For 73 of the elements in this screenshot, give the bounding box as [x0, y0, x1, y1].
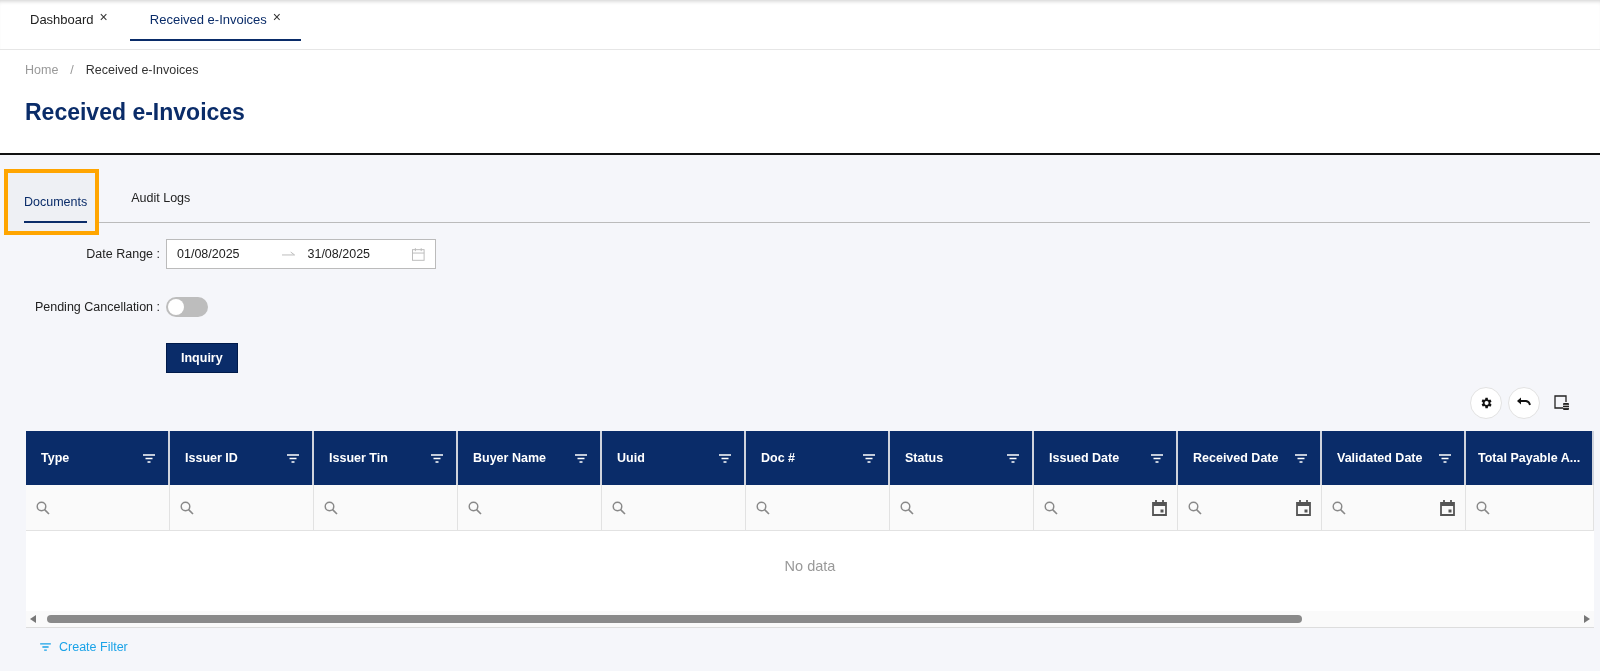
filter-cell[interactable] [26, 485, 170, 531]
column-header[interactable]: Issuer Tin [314, 431, 458, 485]
search-icon [1044, 500, 1058, 515]
scroll-left-icon[interactable] [30, 615, 36, 623]
breadcrumb-current: Received e-Invoices [85, 63, 199, 77]
filter-cell[interactable] [1466, 485, 1594, 531]
search-icon [180, 500, 194, 515]
column-header[interactable]: Doc # [746, 431, 890, 485]
column-header[interactable]: Status [890, 431, 1034, 485]
filter-icon[interactable] [143, 453, 155, 463]
settings-icon [1479, 396, 1493, 410]
filter-icon[interactable] [1439, 453, 1451, 463]
calendar-icon[interactable] [1440, 499, 1455, 516]
search-icon [612, 500, 626, 515]
filter-cell[interactable] [458, 485, 602, 531]
search-icon [1332, 500, 1346, 515]
column-header[interactable]: Issued Date [1034, 431, 1178, 485]
column-header[interactable]: Buyer Name [458, 431, 602, 485]
filter-icon[interactable] [863, 453, 875, 463]
search-icon [36, 500, 50, 515]
search-icon [756, 500, 770, 515]
filter-icon[interactable] [719, 453, 731, 463]
undo-button[interactable] [1508, 387, 1540, 419]
end-date: 31/08/2025 [307, 247, 372, 261]
filter-cell[interactable] [314, 485, 458, 531]
start-date: 01/08/2025 [177, 247, 241, 261]
calendar-icon[interactable] [1152, 499, 1167, 516]
search-icon [324, 500, 338, 515]
column-header[interactable]: Issuer ID [170, 431, 314, 485]
filter-cell[interactable] [1322, 485, 1466, 531]
filter-icon[interactable] [575, 453, 587, 463]
filter-cell[interactable] [1034, 485, 1178, 531]
field-label: Pending Cancellation : [33, 300, 160, 314]
filter-icon[interactable] [1007, 453, 1019, 463]
date-range-field[interactable]: 01/08/2025 31/08/2025 [166, 239, 436, 269]
close-button[interactable]: × [272, 8, 282, 25]
tab[interactable]: Audit Logs [111, 169, 207, 222]
scroll-right-icon[interactable] [1584, 615, 1590, 623]
column-header[interactable]: Total Payable A... [1466, 431, 1594, 485]
search-icon [1476, 500, 1490, 515]
search-icon [900, 500, 914, 515]
toggle-switch[interactable] [166, 297, 208, 317]
arrow-icon [281, 251, 296, 257]
settings-button[interactable] [1470, 387, 1502, 419]
calendar-icon[interactable] [1296, 499, 1311, 516]
page-title: Received e-Invoices [25, 99, 246, 126]
filter-icon [40, 643, 51, 651]
column-header[interactable]: Received Date [1178, 431, 1322, 485]
column-header[interactable]: Type [26, 431, 170, 485]
filter-cell[interactable] [170, 485, 314, 531]
search-icon [1188, 500, 1202, 515]
filter-cell[interactable] [1178, 485, 1322, 531]
close-button[interactable]: × [99, 8, 108, 25]
calendar-icon [412, 247, 425, 261]
field-label: Date Range : [85, 247, 160, 261]
filter-icon[interactable] [431, 453, 443, 463]
window-tab[interactable]: Dashboard × [18, 0, 120, 41]
filter-cell[interactable] [890, 485, 1034, 531]
inquiry-button[interactable]: Inquiry [166, 343, 238, 373]
filter-cell[interactable] [602, 485, 746, 531]
filter-cell[interactable] [746, 485, 890, 531]
tab[interactable]: Documents [8, 173, 96, 231]
filter-icon[interactable] [1151, 453, 1163, 463]
empty-message: No data [784, 558, 836, 574]
search-icon [468, 500, 482, 515]
column-header[interactable]: Validated Date [1322, 431, 1466, 485]
horizontal-scrollbar[interactable] [26, 611, 1594, 628]
column-header[interactable]: Uuid [602, 431, 746, 485]
column-list-icon [1554, 395, 1570, 411]
filter-icon[interactable] [1295, 453, 1307, 463]
breadcrumb-separator: / [70, 63, 74, 77]
window-tab[interactable]: Received e-Invoices × [129, 0, 302, 41]
filter-icon[interactable] [287, 453, 299, 463]
